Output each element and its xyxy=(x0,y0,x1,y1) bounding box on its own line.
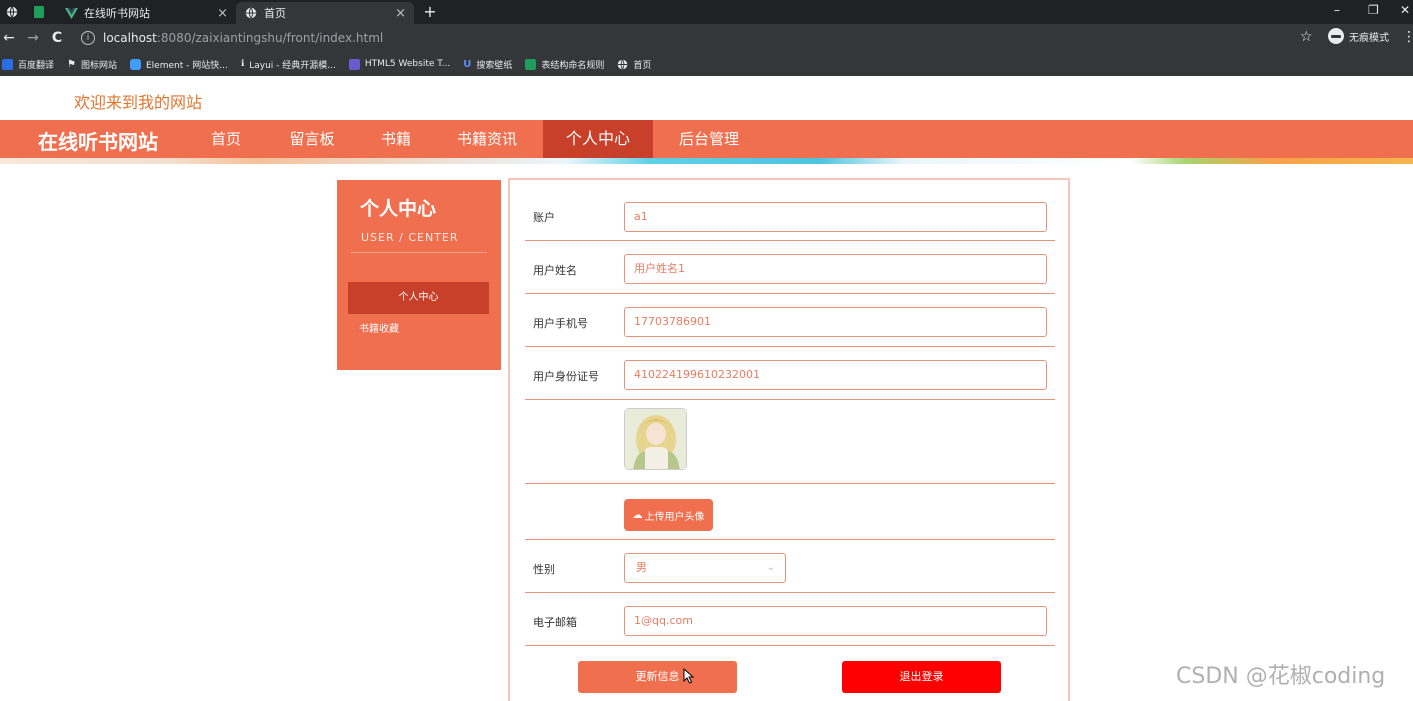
form-row-upload: ☁ 上传用户头像 xyxy=(525,484,1055,540)
restore-button[interactable]: ❐ xyxy=(1368,3,1379,17)
user-avatar-image xyxy=(624,408,687,470)
incognito-label: 无痕模式 xyxy=(1349,32,1389,44)
account-input[interactable]: a1 xyxy=(624,202,1047,232)
upload-avatar-label: 上传用户头像 xyxy=(644,511,705,523)
email-label: 电子邮箱 xyxy=(533,616,577,629)
pinned-tab-doc[interactable] xyxy=(28,3,50,21)
update-info-button[interactable]: 更新信息 xyxy=(578,661,737,693)
main-navbar: 在线听书网站 首页 留言板 书籍 书籍资讯 个人中心 后台管理 xyxy=(0,120,1413,158)
bookmark-item[interactable]: U 搜索壁纸 xyxy=(463,58,512,71)
close-tab-icon[interactable]: × xyxy=(217,6,228,21)
bookmark-item[interactable]: 百度翻译 xyxy=(2,58,54,71)
form-row-account: 账户 a1 xyxy=(525,180,1055,241)
bookmark-item[interactable]: 表结构命名规则 xyxy=(525,58,604,71)
url-path: :8080/zaixiantingshu/front/index.html xyxy=(156,31,384,45)
html5-icon xyxy=(348,58,360,70)
idcard-label: 用户身份证号 xyxy=(533,370,599,383)
flag-icon: ⚑ xyxy=(67,58,76,70)
gender-select-value: 男 xyxy=(636,561,647,574)
account-label: 账户 xyxy=(533,211,555,224)
welcome-text: 欢迎来到我的网站 xyxy=(74,93,203,112)
name-input[interactable]: 用户姓名1 xyxy=(624,254,1047,284)
chevron-down-icon: ⌄ xyxy=(766,562,775,573)
cloud-upload-icon: ☁ xyxy=(632,509,643,521)
bookmark-item[interactable]: HTML5 Website T... xyxy=(348,58,450,70)
idcard-input[interactable]: 410224199610232001 xyxy=(624,360,1047,390)
globe-icon xyxy=(6,6,18,18)
gender-label: 性别 xyxy=(533,563,555,576)
close-window-button[interactable]: ✕ xyxy=(1400,3,1410,17)
profile-form: 账户 a1 用户姓名 用户姓名1 用户手机号 17703786901 用户身份证… xyxy=(508,178,1070,701)
bookmark-item[interactable]: ⚑ 图标网站 xyxy=(67,58,117,71)
new-tab-button[interactable]: + xyxy=(421,3,439,21)
reload-button[interactable]: C xyxy=(48,29,66,47)
form-row-gender: 性别 男 ⌄ xyxy=(525,540,1055,593)
sidebar-subtitle: USER / CENTER xyxy=(361,231,459,244)
form-row-phone: 用户手机号 17703786901 xyxy=(525,294,1055,347)
doc-icon xyxy=(34,6,44,18)
incognito-indicator[interactable]: 无痕模式 xyxy=(1328,28,1389,44)
user-center-sidebar: 个人中心 USER / CENTER 个人中心 书籍收藏 xyxy=(337,180,501,370)
form-row-avatar xyxy=(525,400,1055,484)
logout-button[interactable]: 退出登录 xyxy=(842,661,1001,693)
layui-icon: ℹ xyxy=(240,59,245,69)
tab-home[interactable]: 首页 × xyxy=(236,2,414,24)
sidebar-item-personal-center[interactable]: 个人中心 xyxy=(348,282,489,314)
vue-icon xyxy=(64,6,78,20)
mouse-cursor-icon xyxy=(683,668,695,684)
browser-tab-strip: 在线听书网站 × 首页 × + – ❐ ✕ xyxy=(0,0,1413,24)
bookmarks-bar: 百度翻译 ⚑ 图标网站 Element - 网站快... ℹ Layui - 经典开… xyxy=(0,52,1413,76)
upload-avatar-button[interactable]: ☁ 上传用户头像 xyxy=(624,499,713,531)
url-host: localhost xyxy=(103,31,157,45)
name-label: 用户姓名 xyxy=(533,264,577,277)
site-brand[interactable]: 在线听书网站 xyxy=(38,126,158,155)
nav-message-board[interactable]: 留言板 xyxy=(276,120,348,158)
globe-icon xyxy=(617,59,628,70)
site-info-icon[interactable]: i xyxy=(81,31,95,45)
tab-title: 首页 xyxy=(264,7,286,20)
pinned-tab-globe[interactable] xyxy=(1,3,23,21)
form-row-email: 电子邮箱 1@qq.com xyxy=(525,593,1055,646)
element-icon xyxy=(130,58,141,70)
email-input[interactable]: 1@qq.com xyxy=(624,606,1047,636)
web-page: 欢迎来到我的网站 在线听书网站 首页 留言板 书籍 书籍资讯 个人中心 后台管理… xyxy=(0,76,1413,701)
browser-menu-icon[interactable]: ⋮ xyxy=(1402,29,1413,45)
csdn-watermark: CSDN @花椒coding xyxy=(1176,664,1386,689)
doc-icon xyxy=(525,58,537,70)
sidebar-item-book-favorites[interactable]: 书籍收藏 xyxy=(348,314,489,346)
nav-personal-center[interactable]: 个人中心 xyxy=(543,120,653,158)
gender-select[interactable]: 男 ⌄ xyxy=(624,553,786,583)
bookmark-star-icon[interactable]: ☆ xyxy=(1300,29,1313,45)
minimize-button[interactable]: – xyxy=(1334,3,1340,17)
banner-image-strip xyxy=(0,158,1413,164)
bookmark-item[interactable]: Element - 网站快... xyxy=(130,58,228,71)
nav-admin[interactable]: 后台管理 xyxy=(668,120,750,158)
form-row-idcard: 用户身份证号 410224199610232001 xyxy=(525,347,1055,400)
tab-zaixiantingshu[interactable]: 在线听书网站 × xyxy=(56,2,236,24)
nav-books[interactable]: 书籍 xyxy=(370,120,422,158)
forward-button[interactable]: → xyxy=(24,29,42,47)
browser-toolbar: ← → C i localhost:8080/zaixiantingshu/fr… xyxy=(0,24,1413,52)
address-bar[interactable]: i localhost:8080/zaixiantingshu/front/in… xyxy=(77,27,1302,49)
sidebar-title: 个人中心 xyxy=(360,198,437,220)
nav-home[interactable]: 首页 xyxy=(200,120,252,158)
incognito-icon xyxy=(1328,28,1344,44)
wallpaper-icon: U xyxy=(463,58,472,70)
phone-label: 用户手机号 xyxy=(533,317,588,330)
phone-input[interactable]: 17703786901 xyxy=(624,307,1047,337)
baidu-translate-icon xyxy=(2,58,13,70)
globe-icon xyxy=(244,6,258,20)
nav-book-news[interactable]: 书籍资讯 xyxy=(448,120,526,158)
form-row-name: 用户姓名 用户姓名1 xyxy=(525,241,1055,294)
close-tab-icon[interactable]: × xyxy=(395,6,406,21)
sidebar-divider xyxy=(351,252,487,253)
bookmark-item[interactable]: ℹ Layui - 经典开源模... xyxy=(241,58,336,71)
bookmark-item[interactable]: 首页 xyxy=(617,58,651,71)
back-button[interactable]: ← xyxy=(0,29,18,47)
tab-title: 在线听书网站 xyxy=(84,7,150,20)
